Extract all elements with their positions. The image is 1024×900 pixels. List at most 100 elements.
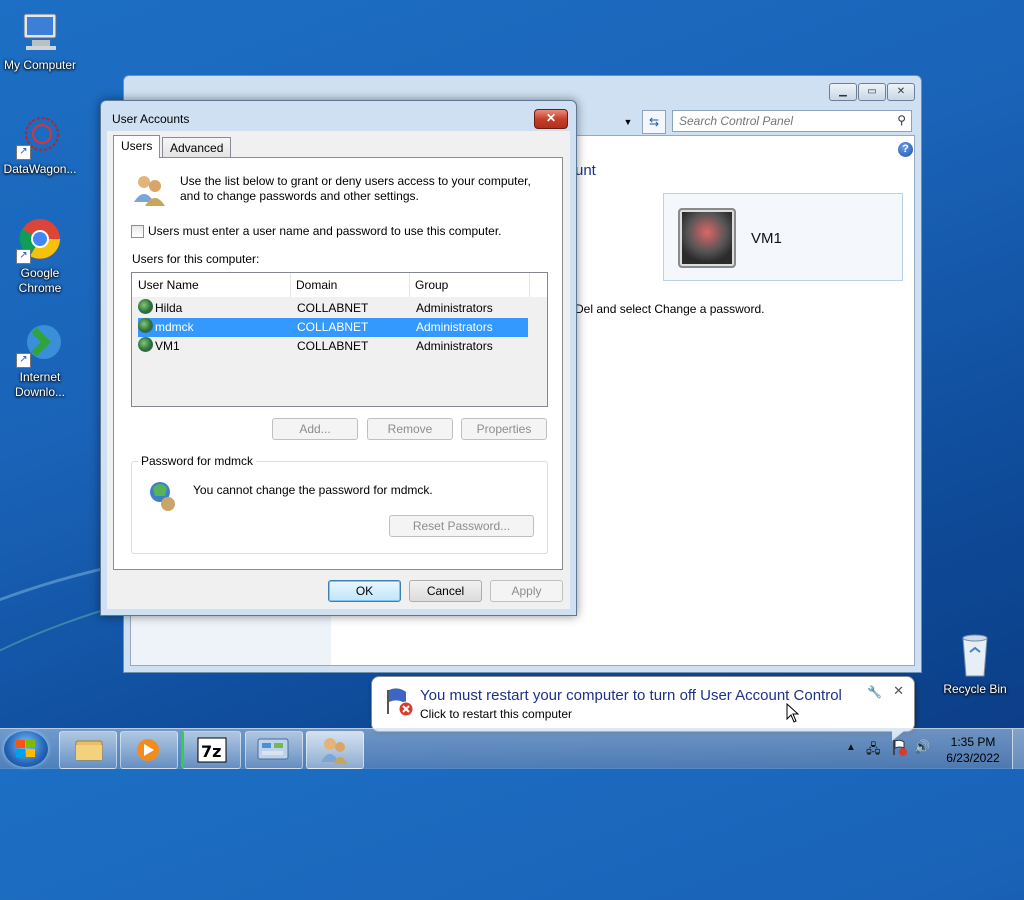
users-list-label: Users for this computer:	[132, 252, 260, 266]
users-icon	[132, 172, 166, 208]
desktop-icon-label: Google Chrome	[18, 266, 62, 295]
uac-restart-notification[interactable]: You must restart your computer to turn o…	[371, 676, 915, 741]
options-icon[interactable]: 🔧	[867, 685, 882, 699]
user-icon	[147, 480, 177, 512]
search-box[interactable]: ⚲	[672, 110, 912, 132]
volume-icon[interactable]: 🔊	[914, 739, 930, 755]
window-controls: ▁ ▭ ✕	[829, 83, 915, 101]
search-icon[interactable]: ⚲	[897, 113, 906, 127]
search-input[interactable]	[679, 114, 879, 128]
desktop-icon-label: Internet Downlo...	[14, 370, 66, 399]
maximize-button[interactable]: ▭	[858, 83, 886, 101]
taskbar-control-panel-button[interactable]	[245, 731, 303, 769]
refresh-icon[interactable]: ⇆	[642, 110, 666, 134]
chrome-icon: ↗	[16, 216, 64, 264]
system-clock[interactable]: 1:35 PM 6/23/2022	[940, 734, 1006, 766]
user-icon	[138, 299, 153, 314]
action-center-icon[interactable]	[892, 739, 907, 756]
user-icon	[138, 337, 153, 352]
start-button[interactable]	[4, 731, 48, 767]
password-group: Password for mdmck You cannot change the…	[131, 454, 548, 554]
checkbox-box[interactable]	[131, 224, 144, 238]
account-name: VM1	[751, 230, 782, 247]
shortcut-arrow-icon: ↗	[16, 353, 31, 368]
user-accounts-dialog: User Accounts ✕ Users Advanced Use the l…	[100, 100, 577, 616]
clock-date: 6/23/2022	[946, 751, 1000, 765]
desktop-icon-internet-download[interactable]: ↗ Internet Downlo...	[0, 320, 80, 400]
row-user-name: mdmck	[155, 320, 194, 334]
show-desktop-button[interactable]	[1012, 729, 1024, 769]
remove-user-button[interactable]: Remove	[367, 418, 453, 440]
list-item[interactable]: VM1 COLLABNET Administrators	[138, 337, 528, 356]
desktop-icon-label: My Computer	[3, 58, 77, 72]
intro-text: Use the list below to grant or deny user…	[180, 174, 531, 203]
list-header: User Name Domain Group	[132, 273, 547, 298]
password-group-legend: Password for mdmck	[138, 454, 257, 468]
7zip-icon: 7z	[197, 737, 227, 763]
user-icon	[138, 318, 153, 333]
minimize-button[interactable]: ▁	[829, 83, 857, 101]
password-hint-text: Del and select Change a password.	[575, 302, 765, 316]
account-card[interactable]: VM1	[663, 193, 903, 281]
column-header-domain[interactable]: Domain	[290, 273, 410, 297]
shortcut-arrow-icon: ↗	[16, 249, 31, 264]
row-group: Administrators	[416, 339, 493, 353]
close-button[interactable]: ✕	[887, 83, 915, 101]
help-icon[interactable]: ?	[898, 142, 913, 157]
desktop-icon-recycle-bin[interactable]: Recycle Bin	[935, 632, 1015, 697]
clock-time: 1:35 PM	[950, 735, 996, 749]
desktop-icon-chrome[interactable]: ↗ Google Chrome	[0, 216, 80, 296]
list-item-selected[interactable]: mdmck COLLABNET Administrators	[138, 318, 528, 337]
taskbar-explorer-button[interactable]	[59, 731, 117, 769]
row-user-name: VM1	[155, 339, 180, 353]
tab-advanced[interactable]: Advanced	[162, 137, 232, 158]
users-tab-page: Use the list below to grant or deny user…	[113, 157, 563, 570]
reset-password-button[interactable]: Reset Password...	[389, 515, 534, 537]
add-user-button[interactable]: Add...	[272, 418, 358, 440]
taskbar-media-player-button[interactable]	[120, 731, 178, 769]
column-header-user-name[interactable]: User Name	[132, 273, 291, 297]
notification-close-icon[interactable]: ✕	[893, 683, 904, 699]
notification-title: You must restart your computer to turn o…	[420, 687, 842, 704]
taskbar-user-accounts-button[interactable]	[306, 731, 364, 769]
folder-icon	[75, 740, 103, 761]
network-icon[interactable]: 🖧	[866, 740, 881, 762]
dialog-title: User Accounts	[112, 112, 190, 126]
dialog-close-button[interactable]: ✕	[534, 109, 568, 129]
list-item[interactable]: Hilda COLLABNET Administrators	[138, 299, 528, 318]
datawagon-icon: ↗	[16, 112, 64, 160]
recycle-bin-icon	[951, 632, 999, 680]
windows-logo-icon	[16, 740, 35, 757]
notification-subtitle: Click to restart this computer	[420, 707, 573, 721]
control-panel-icon	[257, 738, 289, 760]
row-domain: COLLABNET	[297, 320, 369, 334]
desktop-icon-my-computer[interactable]: My Computer	[0, 8, 80, 73]
shortcut-arrow-icon: ↗	[16, 145, 31, 160]
svg-text:7z: 7z	[201, 742, 221, 761]
show-hidden-icons-icon[interactable]: ▲	[846, 742, 856, 753]
list-rows: Hilda COLLABNET Administrators mdmck COL…	[132, 297, 547, 406]
page-heading: unt	[575, 162, 596, 179]
cancel-button[interactable]: Cancel	[409, 580, 482, 602]
ok-button[interactable]: OK	[328, 580, 401, 602]
desktop-icon-datawagon[interactable]: ↗ DataWagon...	[0, 112, 80, 177]
media-player-icon	[137, 739, 159, 761]
desktop-icon-label: DataWagon...	[3, 162, 77, 176]
row-user-name: Hilda	[155, 301, 183, 315]
properties-button[interactable]: Properties	[461, 418, 547, 440]
users-list[interactable]: User Name Domain Group Hilda COLLABNET A…	[131, 272, 548, 407]
require-login-checkbox[interactable]: Users must enter a user name and passwor…	[131, 224, 502, 238]
row-group: Administrators	[416, 301, 493, 315]
taskbar: 7z ▲ 🖧 🔊 1:35 PM 6/23/2022	[0, 728, 1024, 769]
users-icon	[321, 738, 348, 764]
mouse-cursor-icon	[786, 703, 800, 723]
taskbar-7zip-button[interactable]: 7z	[181, 731, 241, 769]
action-center-flag-icon	[384, 686, 416, 718]
row-group: Administrators	[416, 320, 493, 334]
password-message: You cannot change the password for mdmck…	[193, 483, 433, 497]
tab-users[interactable]: Users	[113, 135, 161, 158]
computer-icon	[16, 8, 64, 56]
apply-button[interactable]: Apply	[490, 580, 563, 602]
address-dropdown-icon[interactable]: ▼	[619, 112, 637, 132]
column-header-group[interactable]: Group	[409, 273, 530, 297]
